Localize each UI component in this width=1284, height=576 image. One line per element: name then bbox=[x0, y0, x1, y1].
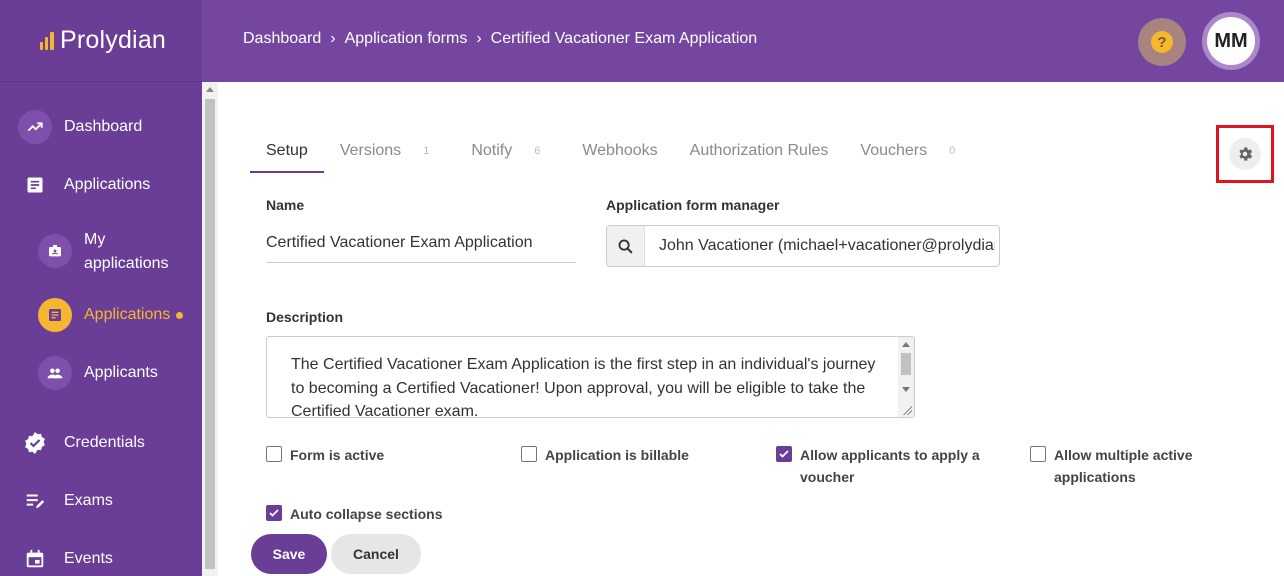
name-field[interactable]: Certified Vacationer Exam Application bbox=[266, 232, 576, 263]
sidebar-item-label: My applications bbox=[84, 231, 169, 272]
description-label: Description bbox=[266, 309, 344, 325]
search-icon bbox=[607, 226, 645, 266]
settings-highlight bbox=[1216, 125, 1274, 183]
sidebar-item-dashboard[interactable]: Dashboard bbox=[18, 110, 220, 144]
edit-list-icon bbox=[18, 484, 52, 518]
checkbox-box[interactable] bbox=[1030, 446, 1046, 462]
tab-vouchers[interactable]: Vouchers 0 bbox=[844, 132, 971, 170]
breadcrumb-application-forms[interactable]: Application forms bbox=[345, 30, 468, 48]
brand-name: Prolydian bbox=[60, 26, 167, 54]
chevron-right-icon: › bbox=[476, 30, 482, 47]
tab-count: 1 bbox=[423, 145, 430, 157]
breadcrumb: Dashboard › Application forms › Certifie… bbox=[243, 30, 757, 48]
tab-versions[interactable]: Versions 1 bbox=[324, 132, 446, 170]
sidebar-item-label: Applicants bbox=[84, 364, 158, 381]
checkmark-icon bbox=[269, 509, 279, 517]
checkbox-label: Allow applicants to apply a voucher bbox=[800, 447, 980, 485]
tab-label: Vouchers bbox=[860, 142, 928, 159]
avatar[interactable]: MM bbox=[1202, 12, 1260, 70]
gear-icon bbox=[1239, 147, 1253, 161]
breadcrumb-current: Certified Vacationer Exam Application bbox=[490, 30, 758, 47]
manager-field[interactable]: John Vacationer (michael+vacationer@prol… bbox=[606, 225, 1000, 267]
scroll-down-icon[interactable] bbox=[902, 387, 910, 392]
document-icon bbox=[38, 298, 72, 332]
checkbox-label: Application is billable bbox=[545, 447, 689, 463]
tab-label: Webhooks bbox=[582, 142, 658, 159]
manager-label: Application form manager bbox=[606, 197, 780, 213]
verified-icon bbox=[18, 426, 52, 460]
sidebar: Prolydian Dashboard Applications My appl… bbox=[0, 0, 202, 576]
tab-count: 0 bbox=[949, 145, 956, 157]
checkbox-label: Form is active bbox=[290, 447, 385, 463]
cancel-button[interactable]: Cancel bbox=[331, 534, 421, 574]
people-icon bbox=[38, 356, 72, 390]
sidebar-item-label: Applications bbox=[64, 176, 151, 193]
checkbox-box[interactable] bbox=[776, 446, 792, 462]
tab-label: Setup bbox=[266, 142, 308, 159]
calendar-icon bbox=[18, 542, 52, 576]
checkbox-box[interactable] bbox=[266, 505, 282, 521]
sidebar-item-exams[interactable]: Exams bbox=[18, 484, 220, 518]
chevron-right-icon: › bbox=[330, 30, 336, 47]
sidebar-item-label: Credentials bbox=[64, 434, 145, 451]
document-icon bbox=[18, 168, 52, 202]
tab-bar: Setup Versions 1 Notify 6 Webhooks Autho… bbox=[250, 132, 971, 173]
allow-voucher-checkbox[interactable]: Allow applicants to apply a voucher bbox=[776, 444, 990, 488]
sidebar-item-label: Events bbox=[64, 550, 113, 567]
logo-mark-icon bbox=[40, 31, 54, 50]
trending-up-icon bbox=[18, 110, 52, 144]
checkmark-icon bbox=[779, 450, 789, 458]
tab-label: Notify bbox=[471, 142, 513, 159]
resize-handle-icon[interactable] bbox=[902, 405, 912, 415]
auto-collapse-checkbox[interactable]: Auto collapse sections bbox=[266, 503, 442, 525]
checkbox-label: Allow multiple active applications bbox=[1054, 447, 1193, 485]
tab-webhooks[interactable]: Webhooks bbox=[566, 132, 673, 170]
help-button[interactable]: ? bbox=[1138, 18, 1186, 66]
description-textarea[interactable]: The Certified Vacationer Exam Applicatio… bbox=[266, 336, 915, 418]
name-label: Name bbox=[266, 197, 305, 213]
sidebar-item-label: Applications bbox=[84, 306, 171, 323]
tab-label: Authorization Rules bbox=[689, 142, 829, 159]
multiple-active-checkbox[interactable]: Allow multiple active applications bbox=[1030, 444, 1214, 488]
save-button[interactable]: Save bbox=[251, 534, 327, 574]
scrollbar-thumb[interactable] bbox=[901, 353, 911, 375]
sidebar-item-credentials[interactable]: Credentials bbox=[18, 426, 220, 460]
help-icon: ? bbox=[1151, 31, 1173, 53]
sidebar-item-label: Dashboard bbox=[64, 118, 143, 135]
logo[interactable]: Prolydian bbox=[0, 0, 202, 82]
scroll-up-icon[interactable] bbox=[206, 87, 214, 92]
tab-setup[interactable]: Setup bbox=[250, 132, 324, 173]
topbar-edge bbox=[202, 0, 218, 82]
breadcrumb-dashboard[interactable]: Dashboard bbox=[243, 30, 321, 48]
checkbox-label: Auto collapse sections bbox=[290, 506, 443, 522]
tab-label: Versions bbox=[339, 142, 402, 159]
billable-checkbox[interactable]: Application is billable bbox=[521, 444, 689, 466]
tab-notify[interactable]: Notify 6 bbox=[455, 132, 556, 170]
checkbox-box[interactable] bbox=[521, 446, 537, 462]
scroll-up-icon[interactable] bbox=[902, 342, 910, 347]
form-active-checkbox[interactable]: Form is active bbox=[266, 444, 384, 466]
active-indicator bbox=[176, 311, 184, 319]
sidebar-item-applications-group[interactable]: Applications bbox=[18, 168, 220, 202]
badge-icon bbox=[38, 234, 72, 268]
checkbox-box[interactable] bbox=[266, 446, 282, 462]
tab-count: 6 bbox=[534, 145, 541, 157]
settings-button[interactable] bbox=[1229, 138, 1261, 170]
description-value: The Certified Vacationer Exam Applicatio… bbox=[291, 356, 876, 418]
sidebar-scrollbar[interactable] bbox=[202, 82, 218, 576]
sidebar-item-events[interactable]: Events bbox=[18, 542, 220, 576]
topbar: Dashboard › Application forms › Certifie… bbox=[218, 0, 1284, 82]
sidebar-item-label: Exams bbox=[64, 492, 113, 509]
manager-value[interactable]: John Vacationer (michael+vacationer@prol… bbox=[645, 226, 995, 266]
scrollbar-thumb[interactable] bbox=[205, 99, 215, 569]
tab-authorization-rules[interactable]: Authorization Rules bbox=[674, 132, 845, 170]
